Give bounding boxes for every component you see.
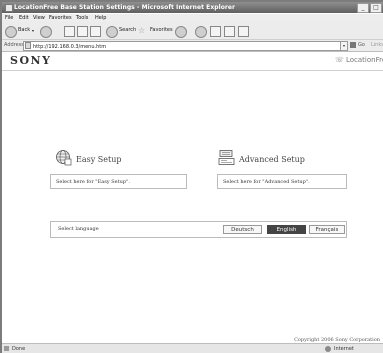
language-english-button[interactable]: English <box>267 225 306 234</box>
address-dropdown-icon[interactable]: ▾ <box>340 41 348 51</box>
toolbar: Back ▾ Search ☆ Favorites <box>2 22 383 40</box>
page-content: SONY ☏ LocationFree Easy Setup Select he… <box>2 52 383 343</box>
internet-zone-icon <box>325 346 331 352</box>
title-bar[interactable]: LocationFree Base Station Settings - Mic… <box>2 2 383 13</box>
favorites-star-icon[interactable]: ☆ <box>138 25 145 36</box>
language-label: Select language <box>58 226 99 232</box>
easy-setup-button[interactable]: Select here for "Easy Setup". <box>50 174 187 189</box>
maximize-button[interactable]: □ <box>370 3 382 13</box>
menu-help[interactable]: Help <box>95 14 106 22</box>
search-icon[interactable] <box>106 26 118 38</box>
menu-file[interactable]: File <box>5 14 13 22</box>
language-selector: Select language Deutsch English Français <box>50 221 347 238</box>
menu-bar: File Edit View Favorites Tools Help <box>2 14 383 22</box>
address-bar: Address http://192.168.0.3/menu.htm ▾ Go… <box>2 40 383 52</box>
page-status-icon <box>4 346 9 351</box>
locationfree-logo-icon: ☏ <box>335 56 346 64</box>
status-text: Done <box>12 346 26 352</box>
back-dropdown-icon[interactable]: ▾ <box>32 25 34 36</box>
ie-app-icon <box>5 4 13 12</box>
sony-logo: SONY <box>10 54 52 67</box>
menu-edit[interactable]: Edit <box>19 14 29 22</box>
locationfree-logo-text: LocationFree <box>345 56 383 64</box>
go-arrow-icon[interactable] <box>350 42 356 48</box>
links-button[interactable]: Links <box>371 40 383 51</box>
favorites-button[interactable]: Favorites <box>150 25 173 36</box>
address-input[interactable]: http://192.168.0.3/menu.htm <box>23 41 342 51</box>
messenger-icon[interactable] <box>238 26 249 37</box>
forward-arrow-icon[interactable] <box>40 26 52 38</box>
history-icon[interactable] <box>175 26 187 38</box>
menu-tools[interactable]: Tools <box>76 14 88 22</box>
language-francais-button[interactable]: Français <box>309 225 345 234</box>
locationfree-logo: ☏ LocationFree <box>335 56 383 64</box>
globe-icon[interactable] <box>55 149 72 166</box>
minimize-button[interactable]: _ <box>357 3 369 13</box>
edit-page-icon[interactable] <box>224 26 235 37</box>
go-button[interactable]: Go <box>358 40 365 51</box>
status-bar: Done Internet <box>2 343 383 353</box>
window-title: LocationFree Base Station Settings - Mic… <box>14 4 236 11</box>
language-deutsch-button[interactable]: Deutsch <box>223 225 262 234</box>
stop-icon[interactable] <box>64 26 75 37</box>
menu-favorites[interactable]: Favorites <box>49 14 72 22</box>
print-icon[interactable] <box>210 26 221 37</box>
advanced-setup-icon[interactable] <box>218 149 235 166</box>
browser-window: LocationFree Base Station Settings - Mic… <box>2 2 383 353</box>
refresh-icon[interactable] <box>77 26 88 37</box>
back-button[interactable]: Back <box>18 25 30 36</box>
address-url: http://192.168.0.3/menu.htm <box>33 44 107 50</box>
header-divider <box>2 70 383 71</box>
advanced-setup-button[interactable]: Select here for "Advanced Setup". <box>217 174 347 189</box>
mail-icon[interactable] <box>195 26 207 38</box>
advanced-setup-title[interactable]: Advanced Setup <box>239 155 305 164</box>
search-button[interactable]: Search <box>119 25 136 36</box>
menu-view[interactable]: View <box>33 14 45 22</box>
easy-setup-title[interactable]: Easy Setup <box>76 155 121 164</box>
page-icon <box>25 42 31 49</box>
home-icon[interactable] <box>90 26 101 37</box>
back-arrow-icon[interactable] <box>5 26 17 38</box>
zone-text: Internet <box>334 346 354 352</box>
address-label: Address <box>4 42 24 48</box>
